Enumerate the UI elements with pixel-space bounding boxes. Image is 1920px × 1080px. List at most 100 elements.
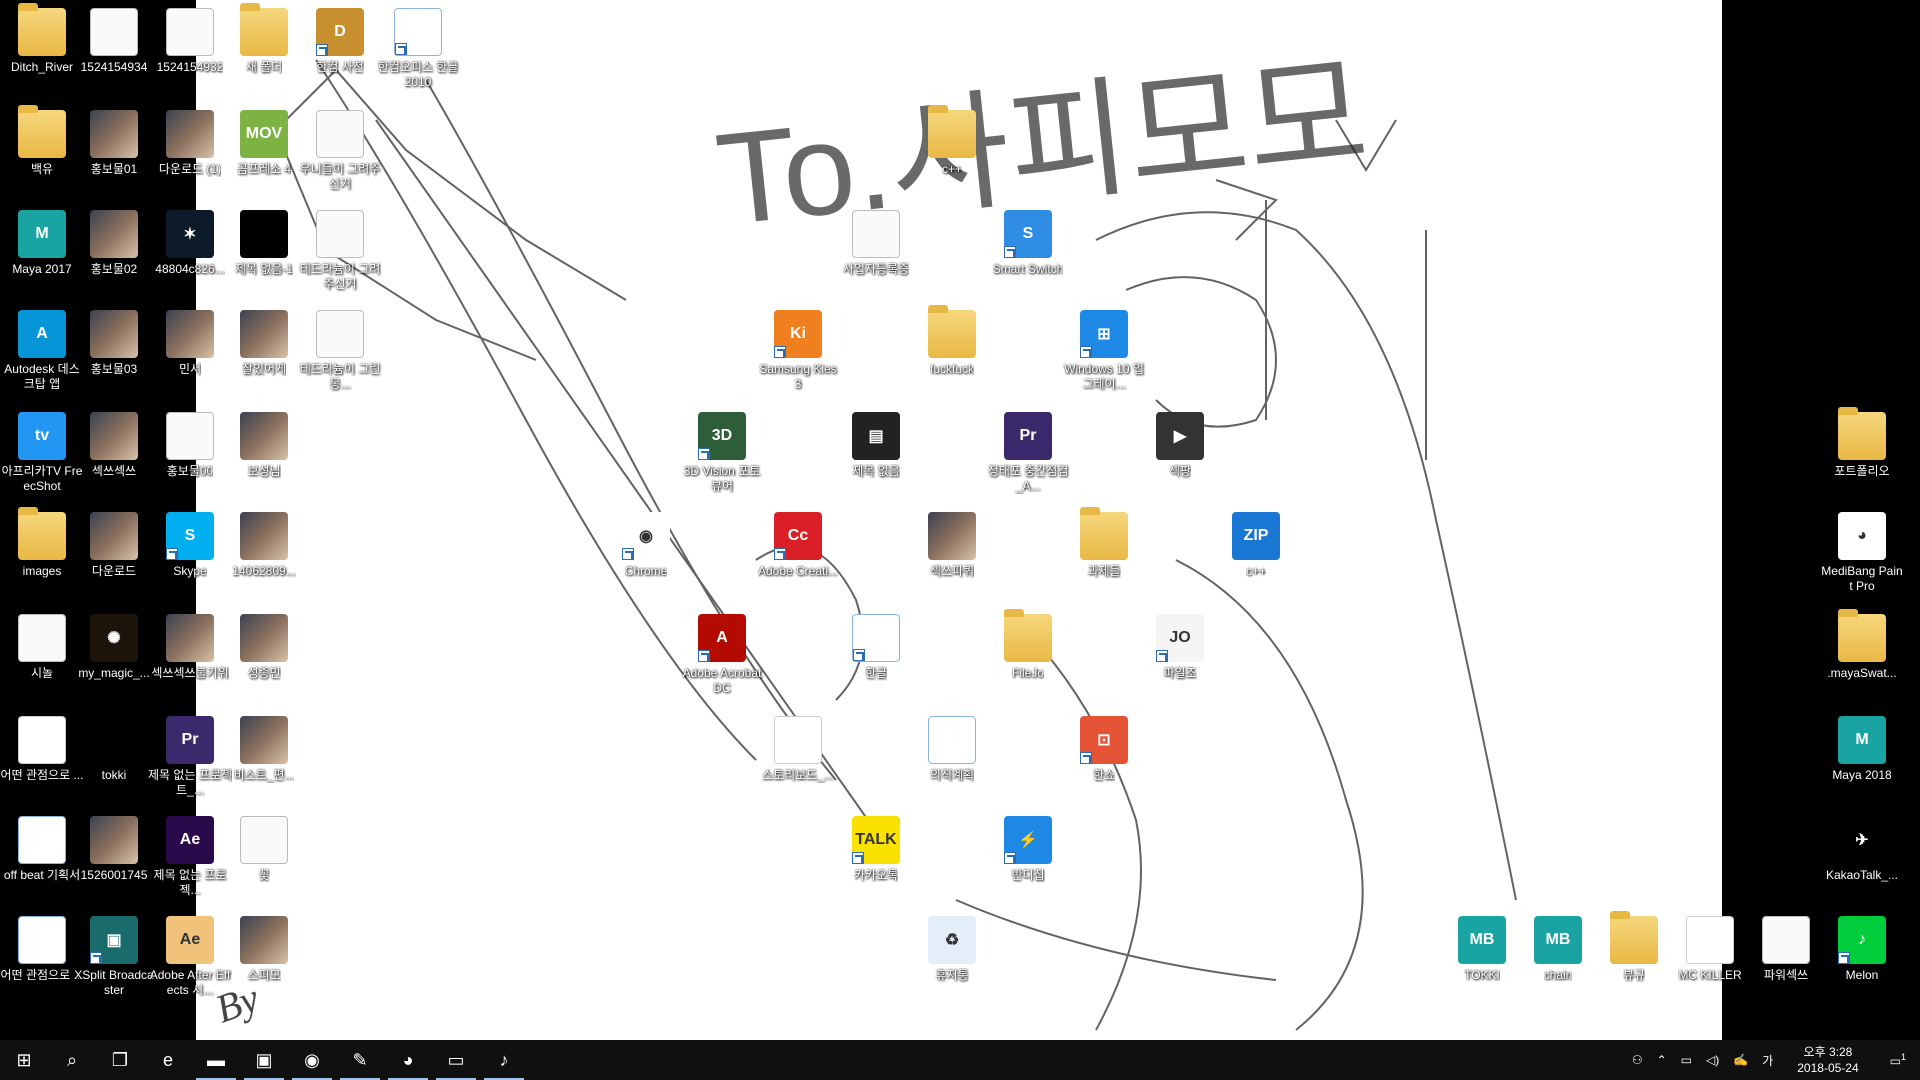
desktop-icon-teddy2[interactable]: 테드라늄이 그린 몽... [298,310,382,392]
desktop-icon-1526001745[interactable]: 1526001745 [72,816,156,883]
desktop-icon-skype[interactable]: S Skype [148,512,232,579]
desktop-icon-sexsex-bul[interactable]: 섹쓰섹쓰불기워 [148,614,232,681]
desktop-icon-label: MediBang Paint Pro [1821,564,1903,593]
desktop-icon-hancom-office[interactable]: 한 한컴오피스 한글 2010 [376,8,460,90]
desktop-icon-nice[interactable]: 잘있어게 [222,310,306,377]
desktop-icon-maya2018[interactable]: M Maya 2018 [1820,716,1904,783]
taskbar-chrome-button[interactable]: ◉ [288,1040,336,1080]
desktop-icon-smart-switch[interactable]: S Smart Switch [986,210,1070,277]
shortcut-arrow-icon [1080,346,1092,358]
desktop-icon-48804[interactable]: ✶ 48804c826... [148,210,232,277]
desktop-icon-jikbu[interactable]: e 의직계획 [910,716,994,783]
desktop-icon-sexy[interactable]: ▶ 섹팡 [1138,412,1222,479]
desktop-icon-xsplit[interactable]: ▣ XSplit Broadcaster [72,916,156,998]
taskbar-medibang-button[interactable]: ◕ [384,1040,432,1080]
show-hidden-icons-chevron-icon[interactable]: ⌃ [1650,1053,1674,1067]
desktop-icon-filejo[interactable]: JO 파일조 [1138,614,1222,681]
desktop-icon-minseo[interactable]: 민서 [148,310,232,377]
desktop-icon-new-folder[interactable]: 새 폴더 [222,3,306,75]
desktop-icon-win10[interactable]: ⊞ Windows 10 업그레이... [1062,310,1146,392]
desktop-icon-jeongtaepyo[interactable]: Pr 정태포 중간점검_A... [986,412,1070,494]
desktop-icon-assignment[interactable]: 과제들 [1062,507,1146,579]
desktop-icon-fuckfuck[interactable]: fuckfuck [910,305,994,377]
desktop-icon-portfolio[interactable]: 포트폴리오 [1820,407,1904,479]
network-icon[interactable]: ▭ [1674,1053,1699,1067]
volume-icon[interactable]: ◁) [1699,1053,1726,1067]
desktop-icon-bandizip[interactable]: ⚡ 반디집 [986,816,1070,883]
desktop-icon-3dvision[interactable]: 3D 3D Vision 포토 뷰어 [680,412,764,494]
desktop-icon-cpp-folder[interactable]: c++ [910,105,994,177]
desktop-icon-beast[interactable]: 비스트_편... [222,716,306,783]
desktop-icon-label: 1524154934 [80,60,148,74]
desktop-icon-hanshow[interactable]: ⊡ 한쇼 [1062,716,1146,783]
taskbar-search-button[interactable]: ⌕ [48,1040,96,1080]
taskbar-start-button[interactable]: ⊞ [0,1040,48,1080]
desktop-icon-kakaotalk[interactable]: TALK 카카오톡 [834,816,918,883]
desktop-icon-chrome[interactable]: ◉ Chrome [604,512,688,579]
desktop-icon-cpp-zip[interactable]: ZIP c++ [1214,512,1298,579]
desktop-icon-promo03[interactable]: 홍보물03 [72,310,156,377]
desktop-icon-untitled-project[interactable]: Pr 제목 없는 프로젝트_... [148,716,232,798]
desktop-icon-adobe-cc[interactable]: Cc Adobe Creati... [756,512,840,579]
desktop-icon-download1[interactable]: 다운로드 (1) [148,110,232,177]
image-thumbnail-icon [90,412,138,460]
taskbar-melon-button[interactable]: ♪ [480,1040,528,1080]
desktop-icon-promo00[interactable]: 홍보물00 [148,412,232,479]
desktop-icon-uni-drawing[interactable]: 우니들이 그려주신거 [298,110,382,192]
desktop-icon-recycle[interactable]: ♻ 휴지통 [910,916,994,983]
desktop-icon-after-effects[interactable]: Ae Adobe After Effects 시... [148,916,232,998]
desktop-icon-beauty[interactable]: 뷰규 [1592,911,1676,983]
taskbar-paint-button[interactable]: ✎ [336,1040,384,1080]
desktop-icon-acrobat[interactable]: A Adobe Acrobat DC [680,614,764,696]
notification-center-button[interactable]: ▭1 [1876,1052,1920,1068]
desktop-icon-medibang[interactable]: ◕ MediBang Paint Pro [1820,512,1904,594]
desktop-icon-label: 곰프레소 4 [236,162,292,176]
desktop-icon-storyboard[interactable]: PDF 스토리보드_... [756,716,840,783]
desktop-icon-sexy-pajama[interactable]: 섹쓰파쿼 [910,512,994,579]
desktop-icon-tokki-mb[interactable]: MB TOKKI [1440,916,1524,983]
desktop-icon-kakaotalk2[interactable]: ✈ KakaoTalk_... [1820,816,1904,883]
taskbar-explorer-button[interactable]: ▬ [192,1040,240,1080]
desktop-icon-maya-swatch[interactable]: .mayaSwat... [1820,609,1904,681]
desktop: To.사피모모 By Ditch_River 1524154934 15241549… [0,0,1920,1040]
taskbar-task-view-button[interactable]: ❐ [96,1040,144,1080]
ime-indicator[interactable]: 가 [1755,1052,1780,1069]
desktop-icon-label: 카카오톡 [853,868,899,882]
desktop-icon-tokki-app[interactable]: tokki [72,716,156,783]
desktop-icon-1524154934[interactable]: 1524154934 [72,8,156,75]
desktop-icon-promo01[interactable]: 홍보물01 [72,110,156,177]
desktop-icon-sungjongmin[interactable]: 성종민 [222,614,306,681]
desktop-icon-speemo[interactable]: 스피모 [222,916,306,983]
desktop-icon-promo02[interactable]: 홍보물02 [72,210,156,277]
people-icon[interactable]: ⚇ [1625,1053,1650,1067]
taskbar-edge-button[interactable]: e [144,1040,192,1080]
desktop-icon-ae-untitled[interactable]: Ae 제목 없는 프로젝... [148,816,232,898]
skype-icon: S [166,512,214,560]
taskbar-store-button[interactable]: ▣ [240,1040,288,1080]
desktop-icon-untitled1[interactable]: 제목 없음-1 [222,210,306,277]
desktop-icon-power-sex[interactable]: 파워섹쓰 [1744,916,1828,983]
desktop-icon-mc-killer[interactable]: PDF MC KILLER [1668,916,1752,983]
desktop-icon-140628[interactable]: 14062809... [222,512,306,579]
desktop-icon-1524154932[interactable]: 1524154932 [148,8,232,75]
desktop-icon-kies3[interactable]: Ki Samsung Kies 3 [756,310,840,392]
desktop-icon-label: 우니들이 그려주신거 [299,162,381,191]
desktop-icon-hancom-dict[interactable]: D 한컴 사전 [298,8,382,75]
desktop-icon-untitled-video[interactable]: ▤ 제목 없음 [834,412,918,479]
desktop-icon-bosung[interactable]: 보성님 [222,412,306,479]
desktop-icon-sexsex[interactable]: 섹쓰섹쓰 [72,412,156,479]
desktop-icon-chain[interactable]: MB chain [1516,916,1600,983]
desktop-icon-gompresso[interactable]: MOV 곰프레소 4 [222,110,306,177]
taskbar-notepad-button[interactable]: ▭ [432,1040,480,1080]
clock[interactable]: 오후 3:28 2018-05-24 [1780,1044,1875,1076]
desktop-icon-download[interactable]: 다운로드 [72,512,156,579]
desktop-icon-flower[interactable]: 꽃 [222,816,306,883]
win10-icon: ⊞ [1080,310,1128,358]
pen-icon[interactable]: ✍ [1726,1053,1755,1067]
desktop-icon-filejo-folder[interactable]: FileJo [986,609,1070,681]
desktop-icon-my-magic[interactable]: ✺ my_magic_... [72,614,156,681]
desktop-icon-hangul[interactable]: 한 한글 [834,614,918,681]
desktop-icon-melon[interactable]: ♪ Melon [1820,916,1904,983]
desktop-icon-teddy1[interactable]: 테드라늄이 그려주신거 [298,210,382,292]
desktop-icon-business-reg[interactable]: 사업자등록증 [834,210,918,277]
